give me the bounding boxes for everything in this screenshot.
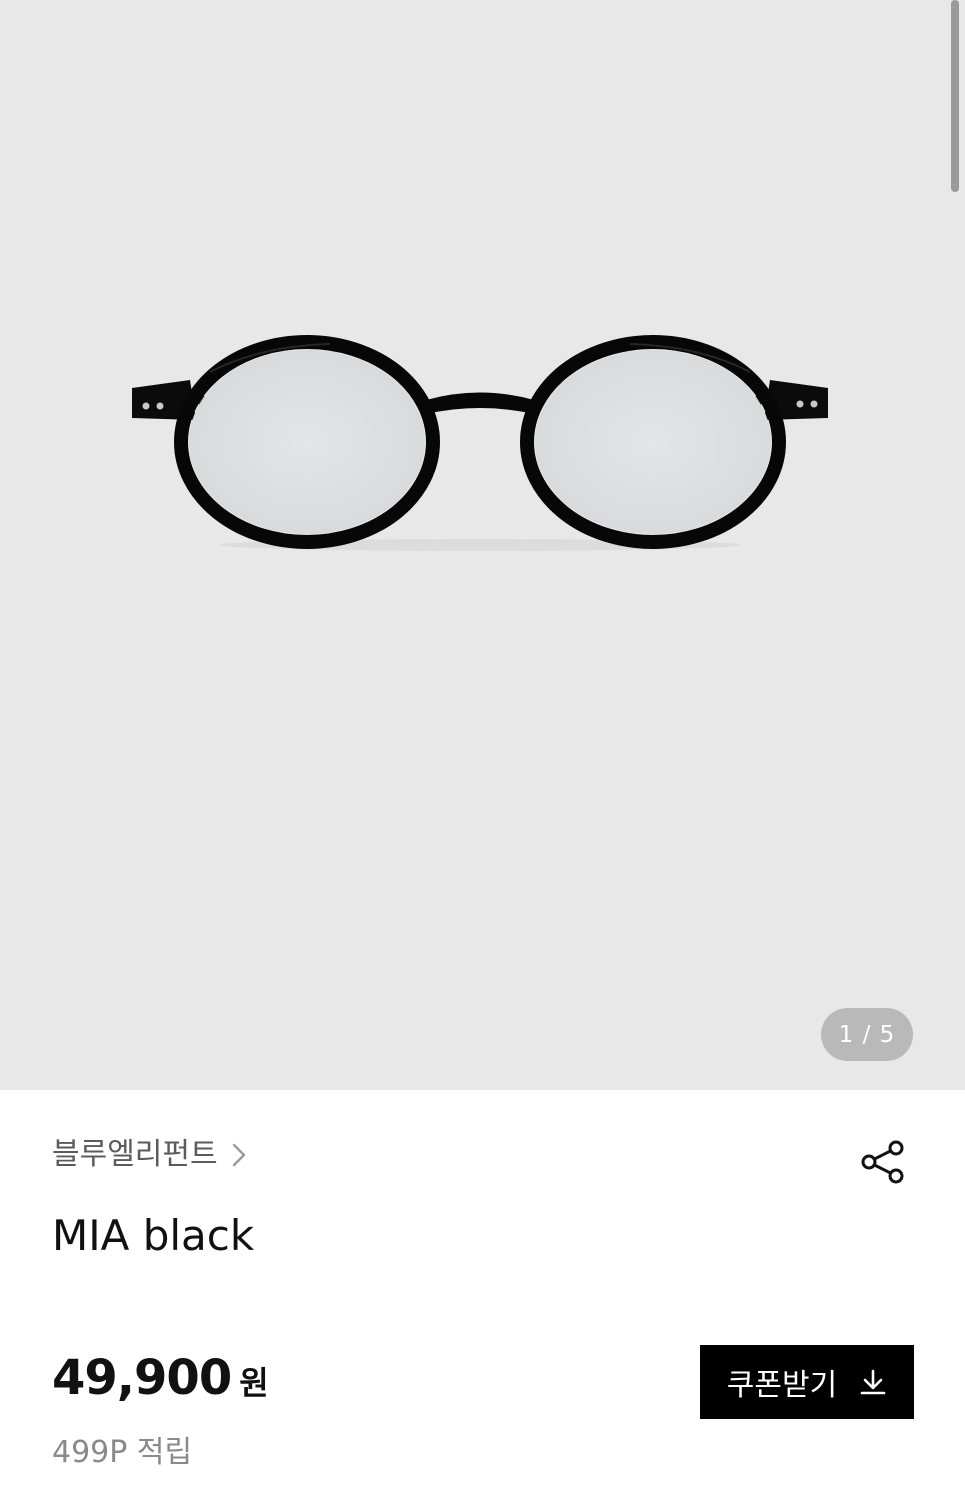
- brand-link[interactable]: 블루엘리펀트: [52, 1135, 248, 1175]
- share-icon: [861, 1140, 904, 1184]
- brand-name: 블루엘리펀트: [52, 1137, 218, 1172]
- reward-points: 499P 적립: [52, 1435, 193, 1470]
- pager-text: 1 / 5: [838, 1021, 896, 1048]
- product-image-gallery[interactable]: 1 / 5: [0, 0, 965, 1090]
- product-price: 49,900: [52, 1350, 232, 1406]
- image-pager-indicator: 1 / 5: [821, 1008, 913, 1061]
- chevron-right-icon: [232, 1143, 245, 1167]
- price-row: 49,900 원: [52, 1350, 269, 1406]
- product-image: [132, 335, 828, 551]
- price-currency: 원: [239, 1364, 269, 1402]
- scrollbar[interactable]: [951, 0, 959, 192]
- product-detail-page: 1 / 5 블루엘리펀트 MIA black 49,900 원 499P 적립 …: [0, 0, 965, 1500]
- get-coupon-button[interactable]: 쿠폰받기: [700, 1345, 914, 1419]
- product-title: MIA black: [52, 1211, 255, 1260]
- download-icon: [860, 1369, 886, 1395]
- coupon-button-label: 쿠폰받기: [726, 1368, 838, 1403]
- share-button[interactable]: [858, 1138, 908, 1188]
